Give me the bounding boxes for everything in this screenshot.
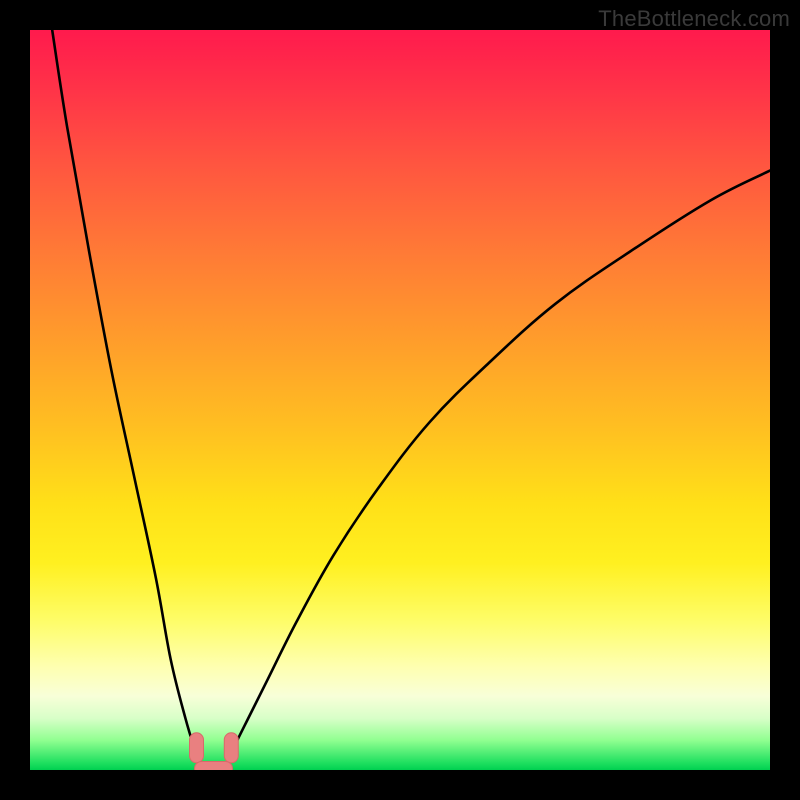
- bottleneck-curve-left-branch: [52, 30, 196, 755]
- chart-frame: TheBottleneck.com: [0, 0, 800, 800]
- optimal-marker-0: [190, 733, 204, 763]
- plot-area: [30, 30, 770, 770]
- optimal-marker-2: [195, 762, 233, 770]
- bottleneck-curve-right-branch: [230, 171, 770, 756]
- optimal-marker-1: [224, 733, 238, 763]
- watermark-text: TheBottleneck.com: [598, 6, 790, 32]
- bottleneck-curve-svg: [30, 30, 770, 770]
